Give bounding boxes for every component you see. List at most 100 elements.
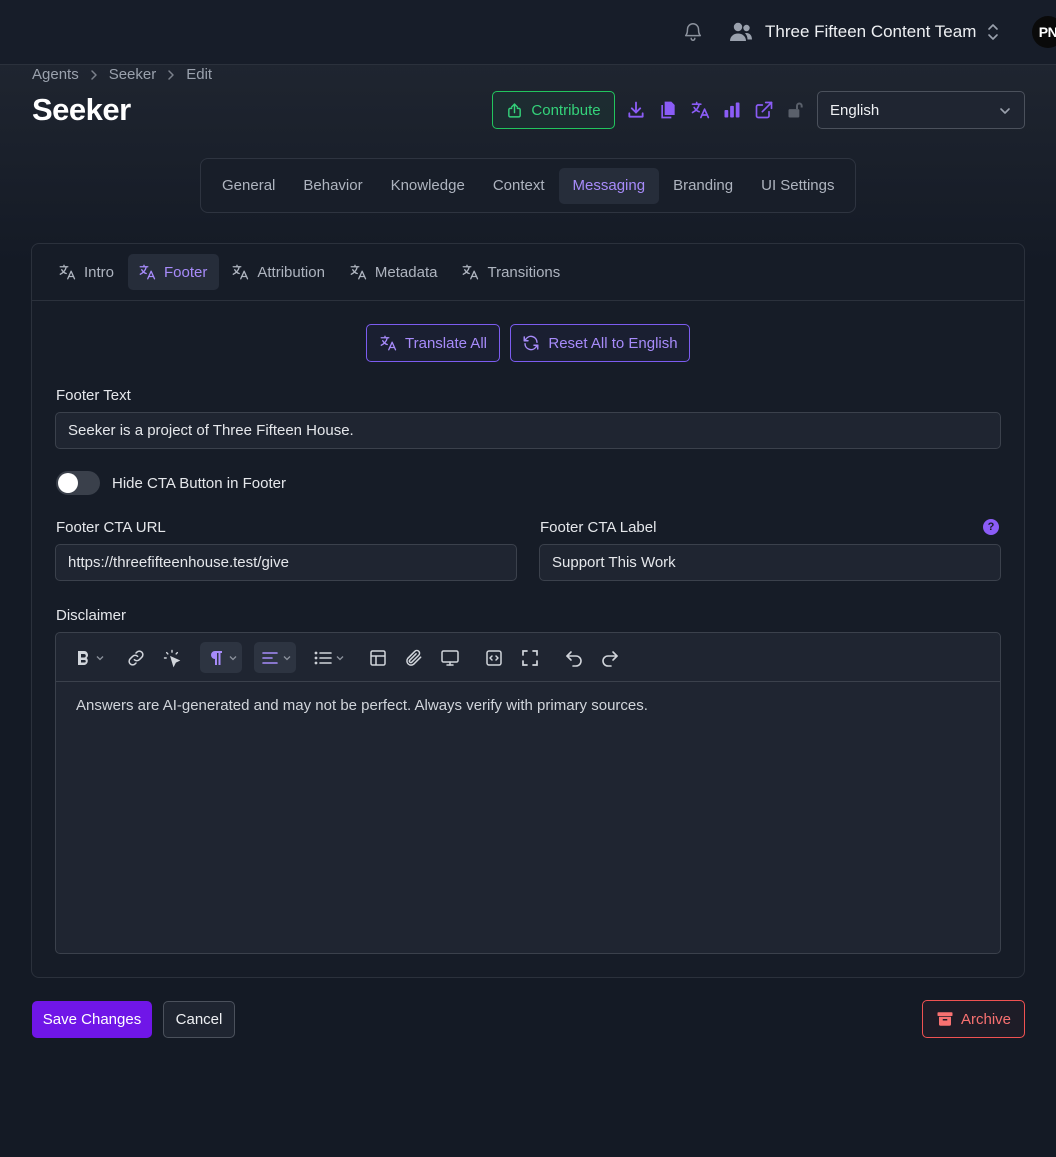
- bell-icon[interactable]: [682, 21, 704, 43]
- chevron-down-icon: [1000, 108, 1010, 114]
- team-switcher-label[interactable]: Three Fifteen Content Team: [765, 22, 976, 42]
- analytics-chart-icon[interactable]: [722, 100, 742, 120]
- media-button[interactable]: [438, 642, 462, 673]
- toggle-knob: [58, 473, 78, 493]
- paperclip-icon: [406, 649, 422, 666]
- tab-branding[interactable]: Branding: [659, 168, 747, 204]
- chevron-down-icon: [229, 655, 236, 660]
- subtab-attribution[interactable]: Attribution: [221, 254, 337, 290]
- table-button[interactable]: [366, 642, 390, 673]
- language-select-value: English: [830, 101, 880, 119]
- subtab-label: Footer: [164, 263, 208, 281]
- fullscreen-button[interactable]: [518, 642, 542, 673]
- top-bar: Three Fifteen Content Team PN: [0, 0, 1056, 65]
- external-link-icon[interactable]: [754, 100, 774, 120]
- footer-cta-url-input[interactable]: https://threefifteenhouse.test/give: [55, 544, 517, 581]
- save-changes-button[interactable]: Save Changes: [32, 1001, 152, 1038]
- chevron-right-icon: [168, 69, 174, 80]
- chevron-up-down-icon[interactable]: [986, 22, 1000, 42]
- footer-cta-label-label: Footer CTA Label: [540, 519, 657, 536]
- refresh-icon: [523, 335, 539, 351]
- language-select[interactable]: English: [817, 91, 1025, 129]
- subtab-label: Attribution: [257, 263, 325, 281]
- list-icon: [314, 651, 332, 664]
- page-title: Seeker: [32, 92, 131, 127]
- translate-icon: [232, 264, 249, 280]
- footer-text-label: Footer Text: [56, 387, 131, 404]
- messaging-subtabs: Intro Footer Attribution Metadata Transi…: [32, 244, 1024, 301]
- translate-all-button[interactable]: Translate All: [366, 324, 500, 362]
- messaging-card: Intro Footer Attribution Metadata Transi…: [31, 243, 1025, 978]
- help-icon[interactable]: ?: [983, 519, 999, 535]
- attachment-button[interactable]: [402, 642, 426, 673]
- hide-cta-label: Hide CTA Button in Footer: [112, 475, 286, 492]
- chevron-down-icon: [283, 655, 290, 660]
- chevron-right-icon: [90, 69, 97, 80]
- share-upload-icon: [508, 102, 522, 118]
- footer-cta-url-label: Footer CTA URL: [56, 519, 166, 536]
- contribute-button[interactable]: Contribute: [492, 91, 615, 129]
- tab-behavior[interactable]: Behavior: [289, 168, 376, 204]
- link-button[interactable]: [124, 642, 148, 673]
- archive-box-icon: [937, 1012, 953, 1026]
- bold-icon: [77, 650, 88, 665]
- archive-label: Archive: [960, 1010, 1012, 1028]
- reset-all-button[interactable]: Reset All to English: [510, 324, 690, 362]
- chevron-down-icon: [96, 655, 103, 660]
- contribute-label: Contribute: [531, 101, 601, 119]
- tab-knowledge[interactable]: Knowledge: [377, 168, 479, 204]
- translate-icon: [59, 264, 76, 280]
- undo-button[interactable]: [562, 642, 586, 673]
- tab-ui-settings[interactable]: UI Settings: [747, 168, 848, 204]
- tab-general[interactable]: General: [208, 168, 289, 204]
- translate-icon[interactable]: [690, 100, 710, 120]
- disclaimer-label: Disclaimer: [56, 607, 127, 624]
- fullscreen-icon: [522, 649, 538, 666]
- paragraph-button[interactable]: [200, 642, 242, 673]
- editor-toolbar: [56, 633, 1000, 682]
- cancel-button[interactable]: Cancel: [163, 1001, 235, 1038]
- translate-icon: [350, 264, 367, 280]
- subtab-transitions[interactable]: Transitions: [451, 254, 572, 290]
- main-tabs: General Behavior Knowledge Context Messa…: [200, 158, 856, 213]
- list-button[interactable]: [310, 642, 346, 673]
- breadcrumb-agents[interactable]: Agents: [32, 66, 79, 83]
- translate-icon: [139, 264, 156, 280]
- tab-messaging[interactable]: Messaging: [558, 167, 660, 204]
- avatar[interactable]: PN: [1032, 16, 1056, 48]
- subtab-intro[interactable]: Intro: [48, 254, 126, 290]
- pointer-click-icon: [163, 649, 181, 667]
- bold-button[interactable]: [70, 642, 106, 673]
- breadcrumb-seeker[interactable]: Seeker: [109, 66, 157, 83]
- table-icon: [370, 649, 386, 666]
- redo-icon: [602, 650, 618, 667]
- footer-cta-label-input[interactable]: Support This Work: [539, 544, 1001, 581]
- translate-icon: [380, 335, 397, 351]
- tab-context[interactable]: Context: [479, 168, 559, 204]
- unlock-icon[interactable]: [786, 100, 806, 120]
- archive-button[interactable]: Archive: [922, 1000, 1025, 1038]
- redo-button[interactable]: [598, 642, 622, 673]
- chevron-down-icon: [336, 655, 343, 660]
- breadcrumb-edit: Edit: [186, 66, 213, 83]
- duplicate-icon[interactable]: [658, 100, 678, 120]
- clickable-button[interactable]: [160, 642, 184, 673]
- code-view-button[interactable]: [482, 642, 506, 673]
- subtab-label: Transitions: [487, 263, 561, 281]
- align-button[interactable]: [254, 642, 296, 673]
- disclaimer-editor-content[interactable]: Answers are AI-generated and may not be …: [76, 697, 648, 714]
- undo-icon: [566, 650, 582, 667]
- download-icon[interactable]: [626, 100, 646, 120]
- translate-icon: [463, 264, 479, 280]
- subtab-metadata[interactable]: Metadata: [339, 254, 450, 290]
- disclaimer-editor: Answers are AI-generated and may not be …: [55, 632, 1001, 954]
- footer-text-input[interactable]: Seeker is a project of Three Fifteen Hou…: [55, 412, 1001, 449]
- translate-all-label: Translate All: [405, 334, 487, 352]
- team-icon[interactable]: [729, 21, 753, 43]
- subtab-footer[interactable]: Footer: [128, 254, 220, 290]
- hide-cta-toggle[interactable]: [56, 471, 100, 495]
- subtab-label: Metadata: [374, 263, 438, 281]
- reset-all-label: Reset All to English: [548, 334, 678, 352]
- link-icon: [128, 649, 144, 666]
- code-icon: [486, 649, 502, 666]
